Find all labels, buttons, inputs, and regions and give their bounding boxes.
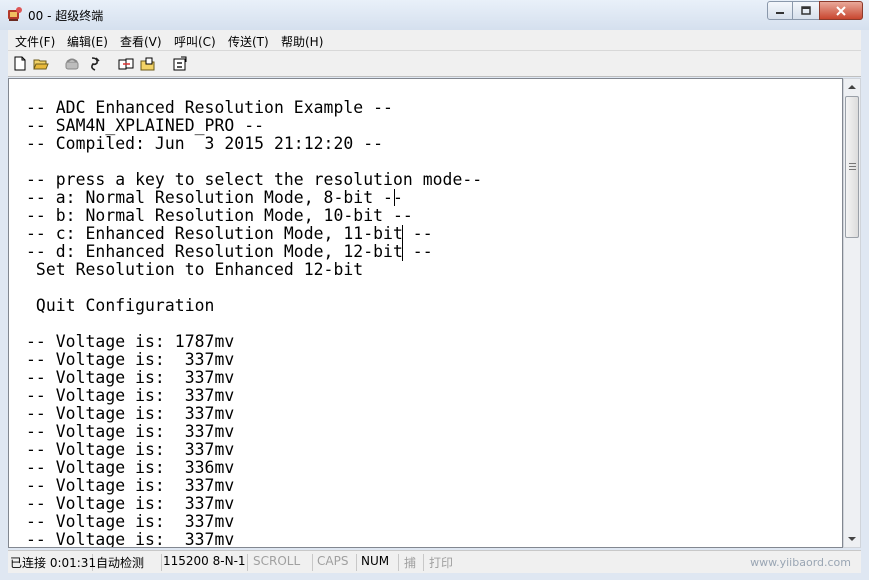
open-button[interactable] [32, 55, 50, 72]
terminal-line: -- a: Normal Resolution Mode, 8-bit -- [26, 188, 403, 207]
properties-button[interactable] [171, 55, 189, 72]
window: 00 - 超级终端 文件(F) 编辑(E) 查看(V) 呼叫(C) 传送(T) … [0, 0, 869, 580]
terminal-line: -- Voltage is: 337mv [26, 404, 235, 423]
terminal-line: -- Voltage is: 337mv [26, 494, 235, 513]
terminal-line: Quit Configuration [26, 296, 215, 315]
chevron-down-icon [848, 537, 856, 541]
terminal-line: Set Resolution to Enhanced 12-bit [26, 260, 364, 279]
terminal-line: -- Voltage is: 336mv [26, 458, 235, 477]
terminal-output[interactable]: -- ADC Enhanced Resolution Example -- -- … [8, 78, 843, 548]
terminal-line: -- Voltage is: 337mv [26, 368, 235, 387]
maximize-icon [801, 5, 811, 15]
terminal-line: -- Voltage is: 337mv [26, 386, 235, 405]
status-connection: 已连接 0:01:31 [10, 554, 97, 571]
receive-button[interactable] [139, 55, 157, 72]
scroll-thumb[interactable] [845, 96, 859, 238]
text-cursor [394, 189, 395, 206]
status-num: NUM [361, 554, 399, 571]
status-capture: 捕 [404, 554, 424, 571]
terminal-line: -- Voltage is: 337mv [26, 476, 235, 495]
status-print: 打印 [429, 556, 454, 570]
terminal-line: -- SAM4N_XPLAINED_PRO -- [26, 116, 265, 135]
terminal-line: -- Voltage is: 1787mv [26, 332, 235, 351]
scroll-down-button[interactable] [844, 531, 860, 547]
status-detect: 自动检测 [96, 554, 162, 571]
menu-help[interactable]: 帮助(H) [281, 33, 323, 50]
terminal-line: -- ADC Enhanced Resolution Example -- [26, 98, 393, 117]
thumb-grip [849, 169, 856, 170]
terminal-line: -- Voltage is: 337mv [26, 512, 235, 531]
terminal-line: -- Compiled: Jun 3 2015 21:12:20 -- [26, 134, 384, 153]
call-icon [65, 58, 79, 69]
hyperterminal-app-icon[interactable] [7, 6, 23, 22]
send-file-icon [118, 58, 134, 69]
maximize-button[interactable] [793, 1, 819, 20]
menu-view[interactable]: 查看(V) [120, 33, 162, 50]
status-scroll: SCROLL [253, 554, 313, 571]
toolbar [8, 51, 861, 77]
watermark-text: www.yiibaord.com [750, 556, 851, 569]
new-button[interactable] [11, 55, 29, 72]
status-caps: CAPS [317, 554, 357, 571]
terminal-line: -- d: Enhanced Resolution Mode, 12-bit -… [26, 242, 433, 261]
status-bar: 已连接 0:01:31 自动检测 115200 8-N-1 SCROLL CAP… [8, 550, 861, 573]
terminal-line: -- Voltage is: 337mv [26, 530, 235, 548]
minimize-button[interactable] [767, 1, 793, 20]
window-controls [767, 1, 863, 21]
title-bar[interactable]: 00 - 超级终端 [0, 0, 869, 30]
menu-bar: 文件(F) 编辑(E) 查看(V) 呼叫(C) 传送(T) 帮助(H) [8, 30, 861, 51]
close-icon [836, 5, 846, 16]
new-file-icon [14, 56, 26, 71]
menu-transfer[interactable]: 传送(T) [228, 33, 269, 50]
scroll-up-button[interactable] [844, 79, 860, 95]
menu-call[interactable]: 呼叫(C) [174, 33, 216, 50]
terminal-line: -- Voltage is: 337mv [26, 422, 235, 441]
thumb-grip [849, 163, 856, 164]
thumb-grip [849, 166, 856, 167]
open-folder-icon [33, 59, 49, 69]
window-title: 00 - 超级终端 [28, 9, 104, 23]
menu-file[interactable]: 文件(F) [15, 33, 55, 50]
status-port: 115200 8-N-1 [163, 554, 248, 571]
terminal-line: -- b: Normal Resolution Mode, 10-bit -- [26, 206, 413, 225]
menu-edit[interactable]: 编辑(E) [67, 33, 108, 50]
terminal-line: -- c: Enhanced Resolution Mode, 11-bit -… [26, 224, 433, 243]
properties-icon [173, 56, 187, 70]
terminal-line: -- Voltage is: 337mv [26, 440, 235, 459]
receive-file-icon [140, 57, 155, 70]
disconnect-icon [91, 56, 100, 71]
send-button[interactable] [117, 55, 135, 72]
vertical-scrollbar[interactable] [843, 78, 861, 548]
close-button[interactable] [819, 1, 863, 20]
minimize-icon [776, 11, 784, 14]
call-button[interactable] [63, 55, 81, 72]
text-cursor [402, 225, 403, 261]
terminal-line: -- Voltage is: 337mv [26, 350, 235, 369]
disconnect-button[interactable] [86, 55, 104, 72]
terminal-line: -- press a key to select the resolution … [26, 170, 483, 189]
chevron-up-icon [848, 85, 856, 89]
